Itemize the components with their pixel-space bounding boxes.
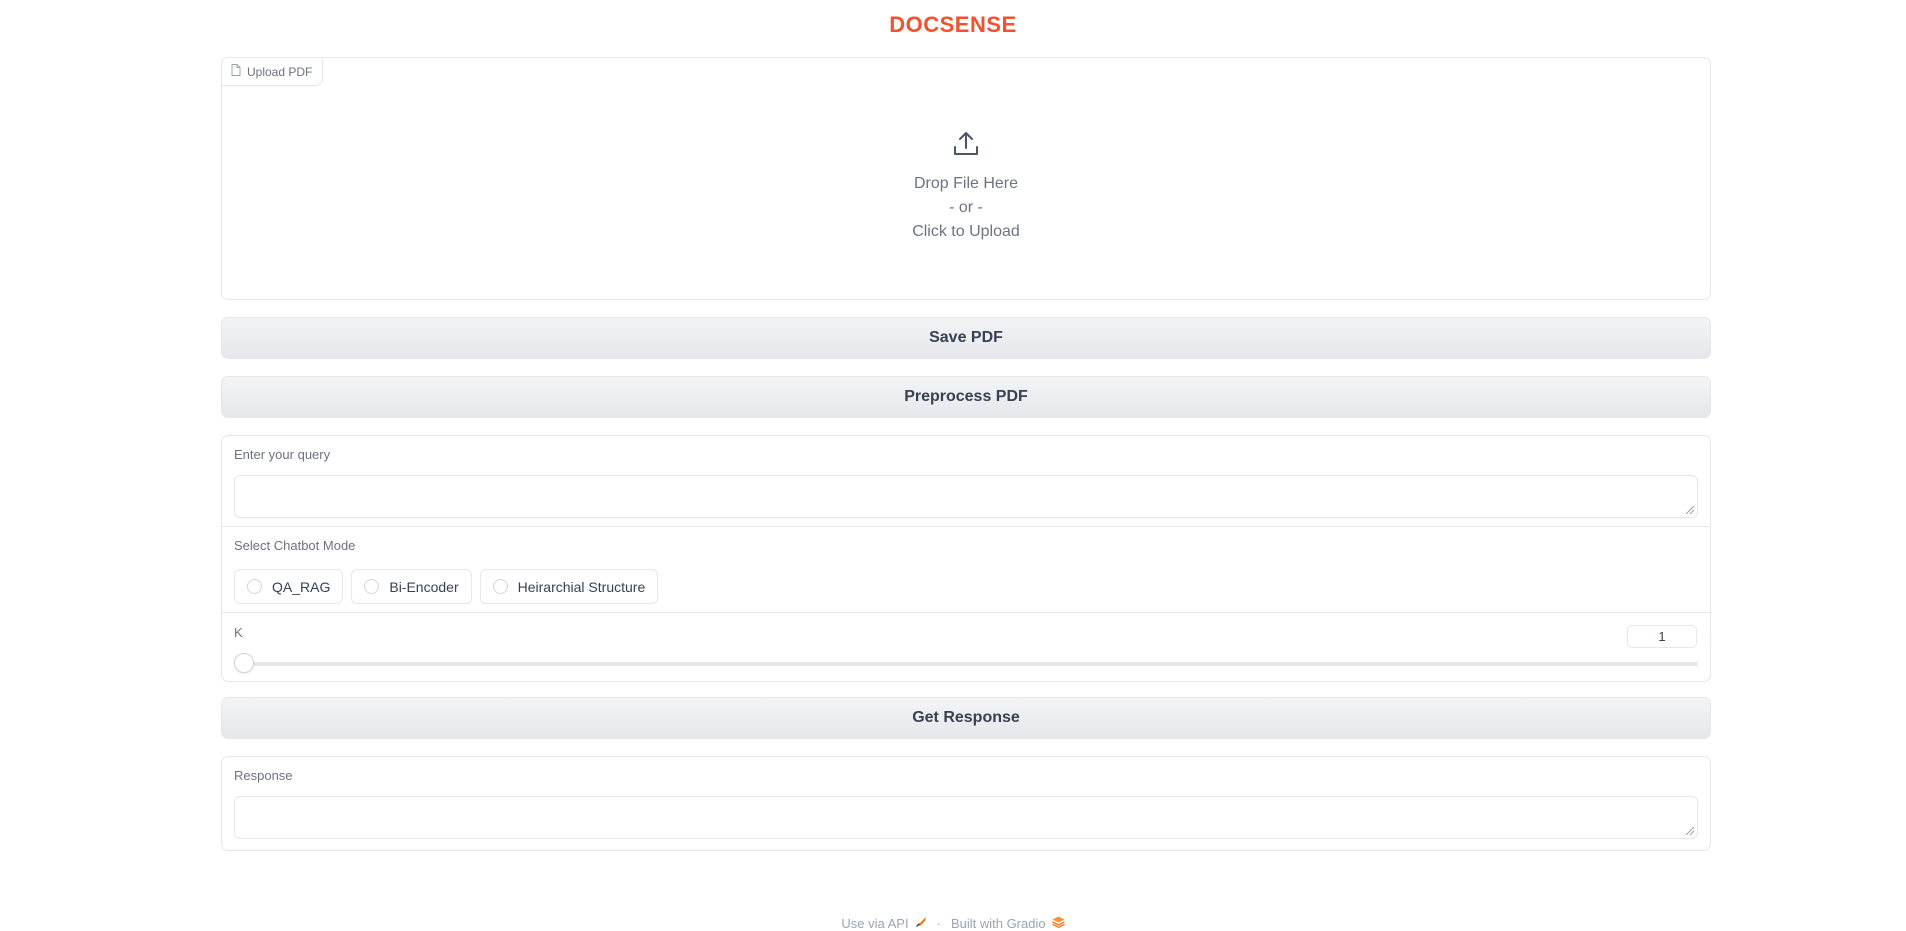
query-input[interactable]	[234, 475, 1698, 518]
get-response-button[interactable]: Get Response	[221, 697, 1711, 739]
k-section: K 1	[222, 612, 1710, 683]
or-text: - or -	[949, 199, 983, 216]
chatbot-mode-label: Select Chatbot Mode	[234, 538, 356, 553]
query-label: Enter your query	[234, 447, 331, 462]
upload-prompt[interactable]: Drop File Here - or - Click to Upload	[222, 130, 1710, 244]
radio-heirarchial-structure[interactable]: Heirarchial Structure	[479, 569, 659, 604]
response-panel: Response	[221, 756, 1711, 851]
save-pdf-button[interactable]: Save PDF	[221, 317, 1711, 359]
k-slider-thumb[interactable]	[234, 653, 254, 673]
upload-icon	[952, 130, 980, 172]
drop-file-text: Drop File Here	[913, 175, 1019, 192]
radio-qa-rag[interactable]: QA_RAG	[234, 569, 344, 604]
radio-label: Bi-Encoder	[389, 578, 459, 595]
k-number-input[interactable]: 1	[1627, 625, 1697, 648]
upload-pdf-tab: Upload PDF	[221, 57, 324, 86]
radio-circle	[492, 579, 508, 594]
radio-label: QA_RAG	[272, 578, 331, 595]
radio-circle	[364, 579, 380, 594]
k-label: K	[234, 625, 243, 640]
radio-circle	[247, 579, 262, 594]
k-slider[interactable]	[234, 653, 1698, 673]
response-output	[234, 796, 1698, 839]
response-section: Response	[222, 757, 1710, 839]
query-section: Enter your query	[222, 436, 1710, 526]
upload-pdf-dropzone[interactable]: Upload PDF Drop File Here - or - Click t…	[221, 57, 1711, 300]
file-icon	[231, 64, 241, 79]
query-panel: Enter your query Select Chatbot Mode QA_…	[221, 435, 1711, 682]
response-label: Response	[234, 768, 293, 783]
preprocess-pdf-button[interactable]: Preprocess PDF	[221, 376, 1711, 418]
app-title: DOCSENSE	[889, 12, 1017, 37]
chatbot-mode-options: QA_RAG Bi-Encoder Heirarchial Structure	[234, 569, 1698, 604]
click-to-upload-text: Click to Upload	[912, 223, 1020, 240]
radio-bi-encoder[interactable]: Bi-Encoder	[351, 569, 472, 604]
radio-label: Heirarchial Structure	[517, 578, 646, 595]
upload-pdf-label: Upload PDF	[247, 64, 313, 79]
chatbot-mode-section: Select Chatbot Mode QA_RAG Bi-Encoder He…	[222, 526, 1710, 612]
